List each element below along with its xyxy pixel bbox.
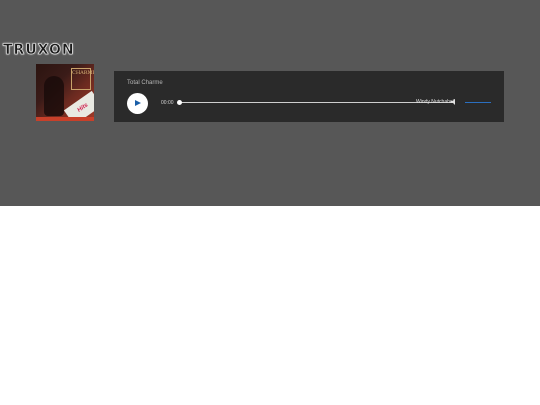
volume-icon[interactable] <box>451 99 458 105</box>
seek-bar[interactable] <box>179 102 452 103</box>
play-button[interactable] <box>127 93 148 114</box>
volume-slider[interactable] <box>465 102 491 103</box>
speaker-cone <box>452 99 455 105</box>
player-stage: TRUXON CHARME Hits Total Charme 00:00 Wi… <box>0 0 540 206</box>
seek-handle[interactable] <box>177 100 182 105</box>
audio-player: Total Charme 00:00 Windy Nutchahell <box>114 71 504 122</box>
truxon-logo: TRUXON <box>3 42 75 59</box>
cover-title: CHARME <box>71 68 94 90</box>
elapsed-time: 00:00 <box>161 100 174 106</box>
artist-label: Windy Nutchahell <box>416 99 455 105</box>
cover-band <box>36 117 94 121</box>
album-cover: CHARME Hits <box>36 64 94 121</box>
track-title: Total Charme <box>127 80 163 86</box>
cover-figure <box>44 76 64 116</box>
